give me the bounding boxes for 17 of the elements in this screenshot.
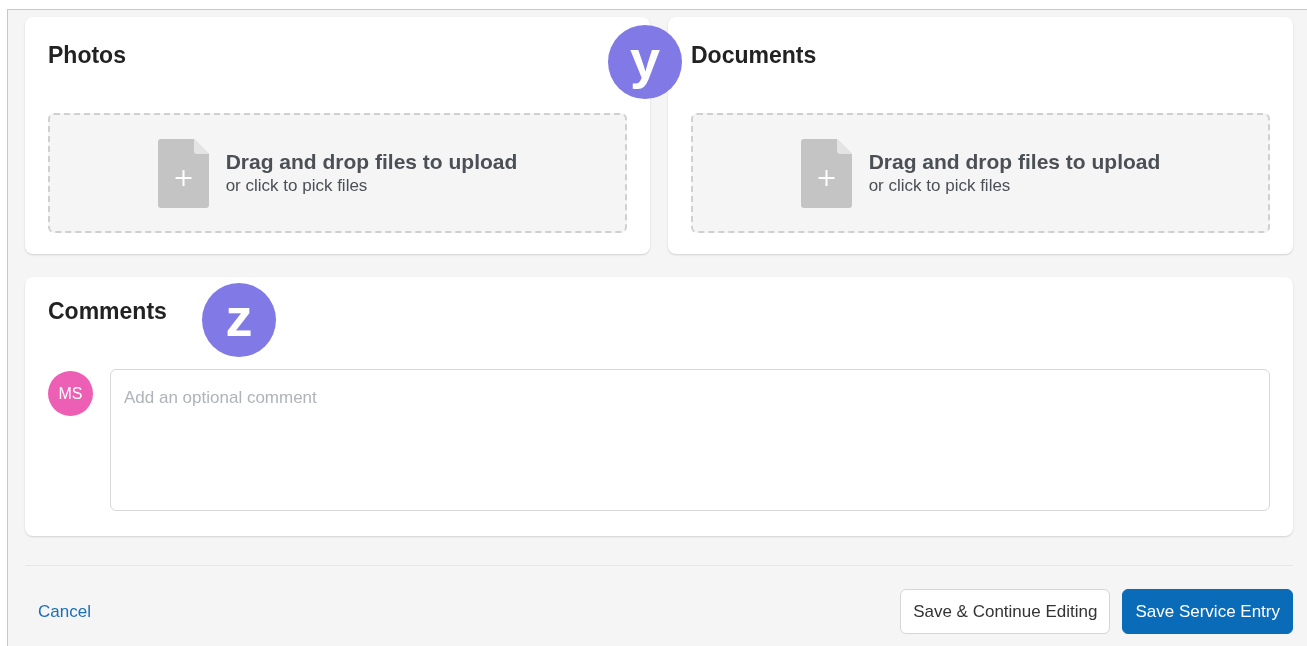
drop-subtext: or click to pick files [868,175,1012,197]
comment-field[interactable]: Add an optional comment [110,369,1270,511]
save-continue-button[interactable]: Save & Continue Editing [900,589,1111,634]
card-title: Photos [48,41,127,69]
file-plus-icon [157,138,209,208]
drop-headline: Drag and drop files to upload [868,149,1161,175]
card-title: Comments [48,297,167,325]
file-plus-icon [800,138,852,208]
card-title: Documents [691,41,818,69]
save-button[interactable]: Save Service Entry [1122,589,1293,634]
drop-headline: Drag and drop files to upload [225,149,518,175]
cancel-link[interactable]: Cancel [25,598,91,625]
marker-badge: z [202,283,276,357]
drop-zone[interactable]: Drag and drop files to upload or click to pick files [48,113,627,233]
avatar: MS [48,371,93,416]
drop-zone[interactable]: Drag and drop files to upload or click to pick files [691,113,1270,233]
drop-subtext: or click to pick files [225,175,369,197]
